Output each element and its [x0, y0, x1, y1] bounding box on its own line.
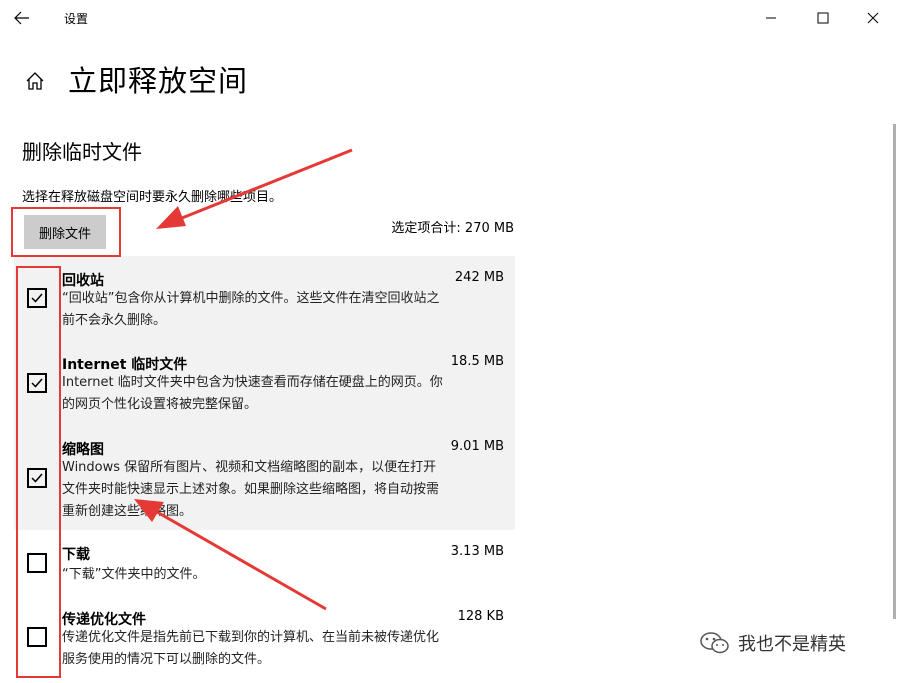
checkbox-downloads[interactable] — [27, 553, 47, 573]
item-name: 传递优化文件 — [62, 612, 146, 628]
close-button[interactable] — [850, 0, 896, 36]
item-size: 242 MB — [454, 270, 504, 285]
scrollbar[interactable] — [893, 124, 896, 619]
checkbox-thumbnails[interactable] — [27, 468, 47, 488]
maximize-icon — [817, 12, 829, 24]
item-name: 回收站 — [62, 273, 104, 289]
window-title: 设置 — [64, 12, 89, 26]
section-title: 删除临时文件 — [22, 140, 142, 164]
home-button[interactable] — [20, 66, 50, 96]
list-item-internet-temp[interactable]: Internet 临时文件 18.5 MB Internet 临时文件夹中包含为… — [14, 342, 515, 426]
list-item-downloads[interactable]: 下载 3.13 MB “下载”文件夹中的文件。 — [14, 530, 515, 596]
checkbox-recycle-bin[interactable] — [27, 288, 47, 308]
maximize-button[interactable] — [800, 0, 846, 36]
list-item-recycle-bin[interactable]: 回收站 242 MB “回收站”包含你从计算机中删除的文件。这些文件在清空回收站… — [14, 256, 515, 342]
checkmark-icon — [31, 473, 43, 483]
watermark-text: 我也不是精英 — [738, 634, 846, 655]
item-description: “下载”文件夹中的文件。 — [62, 567, 206, 582]
page-title: 立即释放空间 — [68, 64, 249, 98]
close-icon — [867, 12, 879, 24]
minimize-icon — [766, 17, 776, 19]
checkmark-icon — [31, 293, 43, 303]
arrow-left-icon — [14, 11, 29, 25]
item-description: Internet 临时文件夹中包含为快速查看而存储在硬盘上的网页。你 的网页个性… — [62, 375, 443, 412]
item-description: 传递优化文件是指先前已下载到你的计算机、在当前未被传递优化 服务使用的情况下可以… — [62, 630, 440, 667]
checkbox-internet-temp[interactable] — [27, 373, 47, 393]
item-size: 9.01 MB — [450, 439, 504, 454]
watermark: 我也不是精英 — [700, 630, 846, 656]
home-icon — [26, 72, 44, 90]
selected-total: 选定项合计: 270 MB — [391, 221, 514, 236]
item-name: 缩略图 — [62, 442, 104, 458]
wechat-icon — [700, 632, 729, 654]
checkmark-icon — [31, 378, 43, 388]
back-button[interactable] — [6, 4, 38, 32]
item-description: Windows 保留所有图片、视频和文档缩略图的副本，以便在打开 文件夹时能快速… — [62, 460, 440, 519]
item-description: “回收站”包含你从计算机中删除的文件。这些文件在清空回收站之 前不会永久删除。 — [62, 291, 440, 328]
minimize-button[interactable] — [748, 0, 794, 36]
section-description: 选择在释放磁盘空间时要永久删除哪些项目。 — [22, 190, 283, 205]
item-size: 128 KB — [457, 609, 504, 624]
item-size: 3.13 MB — [450, 544, 504, 559]
list-item-delivery-optimization[interactable]: 传递优化文件 128 KB 传递优化文件是指先前已下载到你的计算机、在当前未被传… — [14, 596, 515, 680]
list-item-thumbnails[interactable]: 缩略图 9.01 MB Windows 保留所有图片、视频和文档缩略图的副本，以… — [14, 426, 515, 530]
item-name: Internet 临时文件 — [62, 357, 188, 373]
title-bar: 设置 — [0, 0, 900, 38]
item-size: 18.5 MB — [450, 354, 504, 369]
checkbox-delivery-optimization[interactable] — [27, 627, 47, 647]
item-name: 下载 — [62, 547, 90, 563]
delete-files-button[interactable]: 删除文件 — [24, 215, 106, 249]
